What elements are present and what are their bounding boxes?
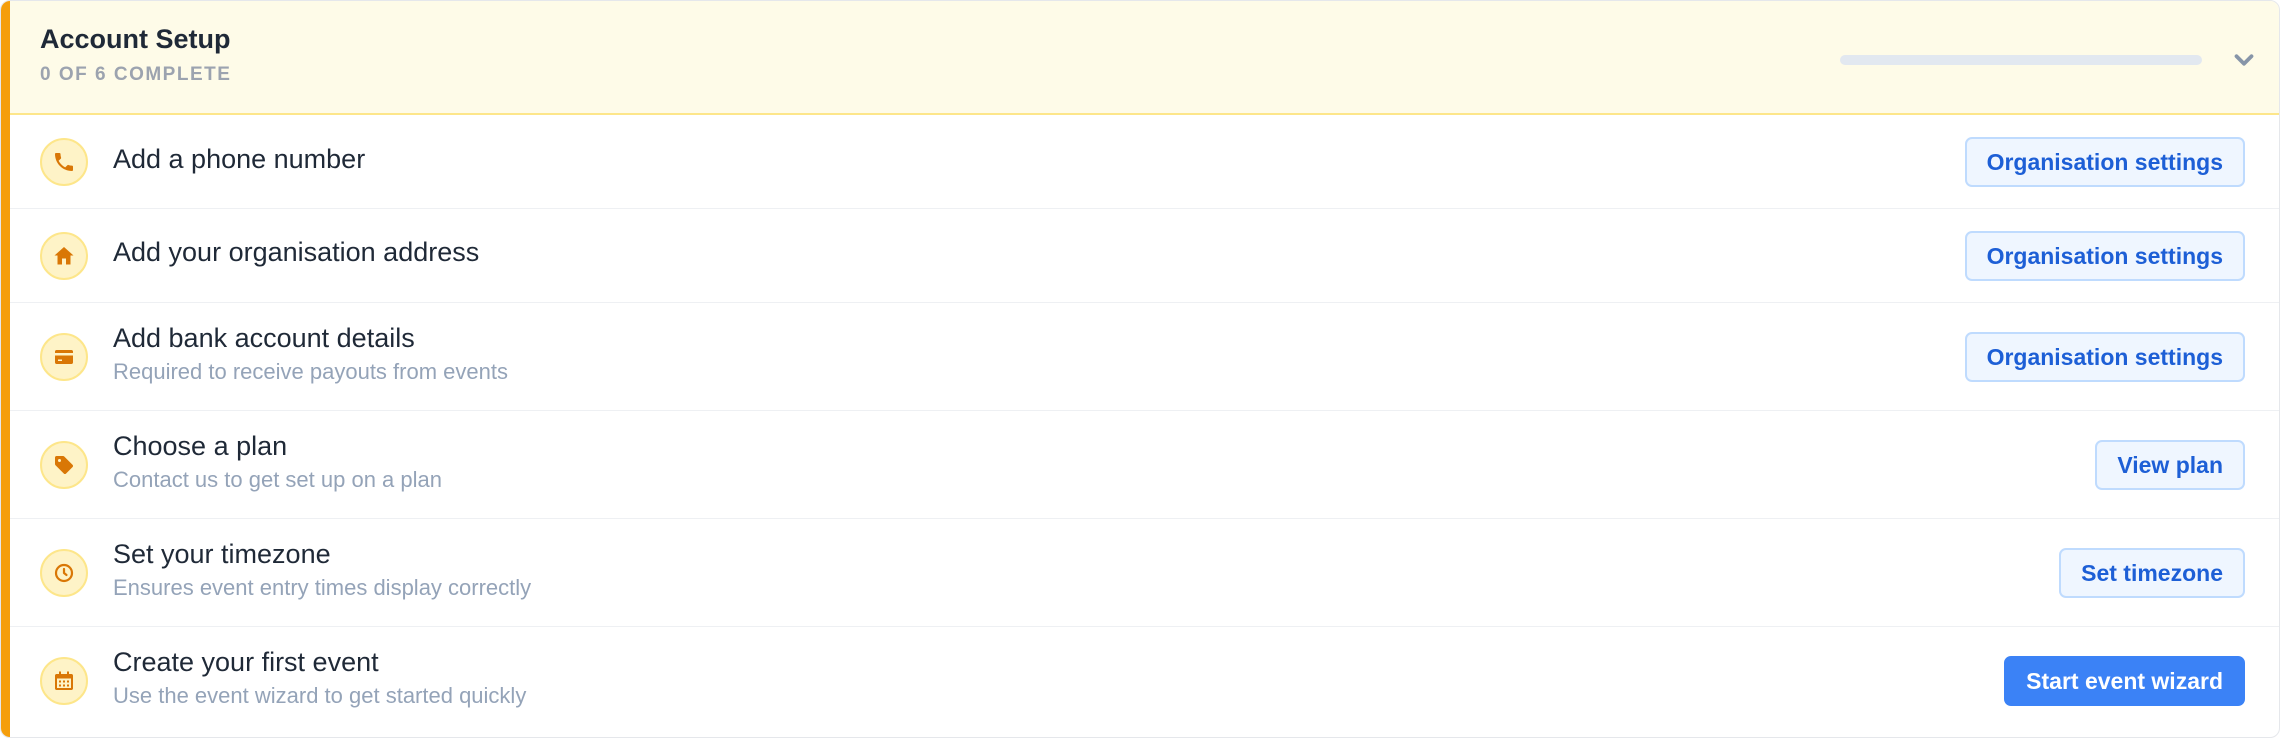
account-setup-card: Account Setup 0 OF 6 COMPLETE Add a phon… [0,0,2280,738]
organisation-settings-button[interactable]: Organisation settings [1964,231,2245,281]
task-item-address: Add your organisation address Organisati… [10,209,2279,303]
task-item-first-event: Create your first event Use the event wi… [10,627,2279,737]
task-description: Use the event wizard to get started quic… [113,683,527,708]
clock-icon [40,549,88,597]
task-item-timezone: Set your timezone Ensures event entry ti… [10,519,2279,627]
task-title: Choose a plan [113,431,288,461]
phone-icon [40,138,88,186]
task-item-phone: Add a phone number Organisation settings [10,115,2279,209]
organisation-settings-button[interactable]: Organisation settings [1964,137,2245,187]
task-title: Create your first event [113,647,379,677]
chevron-down-icon[interactable] [2229,45,2259,75]
calendar-icon [40,657,88,705]
task-title: Set your timezone [113,539,331,569]
task-description: Contact us to get set up on a plan [113,467,443,492]
task-item-plan: Choose a plan Contact us to get set up o… [10,411,2279,519]
organisation-settings-button[interactable]: Organisation settings [1964,332,2245,382]
setup-title: Account Setup [40,24,231,54]
setup-progress-bar [1840,55,2202,65]
tag-icon [40,441,88,489]
start-event-wizard-button[interactable]: Start event wizard [2004,656,2245,706]
set-timezone-button[interactable]: Set timezone [2059,548,2245,598]
task-item-bank-account: Add bank account details Required to rec… [10,303,2279,411]
setup-header[interactable]: Account Setup 0 OF 6 COMPLETE [10,1,2279,115]
task-title: Add a phone number [113,144,366,174]
credit-card-icon [40,333,88,381]
task-title: Add bank account details [113,323,415,353]
accent-bar [1,1,10,737]
task-description: Ensures event entry times display correc… [113,575,532,600]
home-icon [40,232,88,280]
task-description: Required to receive payouts from events [113,359,508,384]
task-title: Add your organisation address [113,237,480,267]
completion-count: 0 OF 6 COMPLETE [40,64,232,85]
task-list: Add a phone number Organisation settings… [10,115,2279,737]
view-plan-button[interactable]: View plan [2095,440,2245,490]
